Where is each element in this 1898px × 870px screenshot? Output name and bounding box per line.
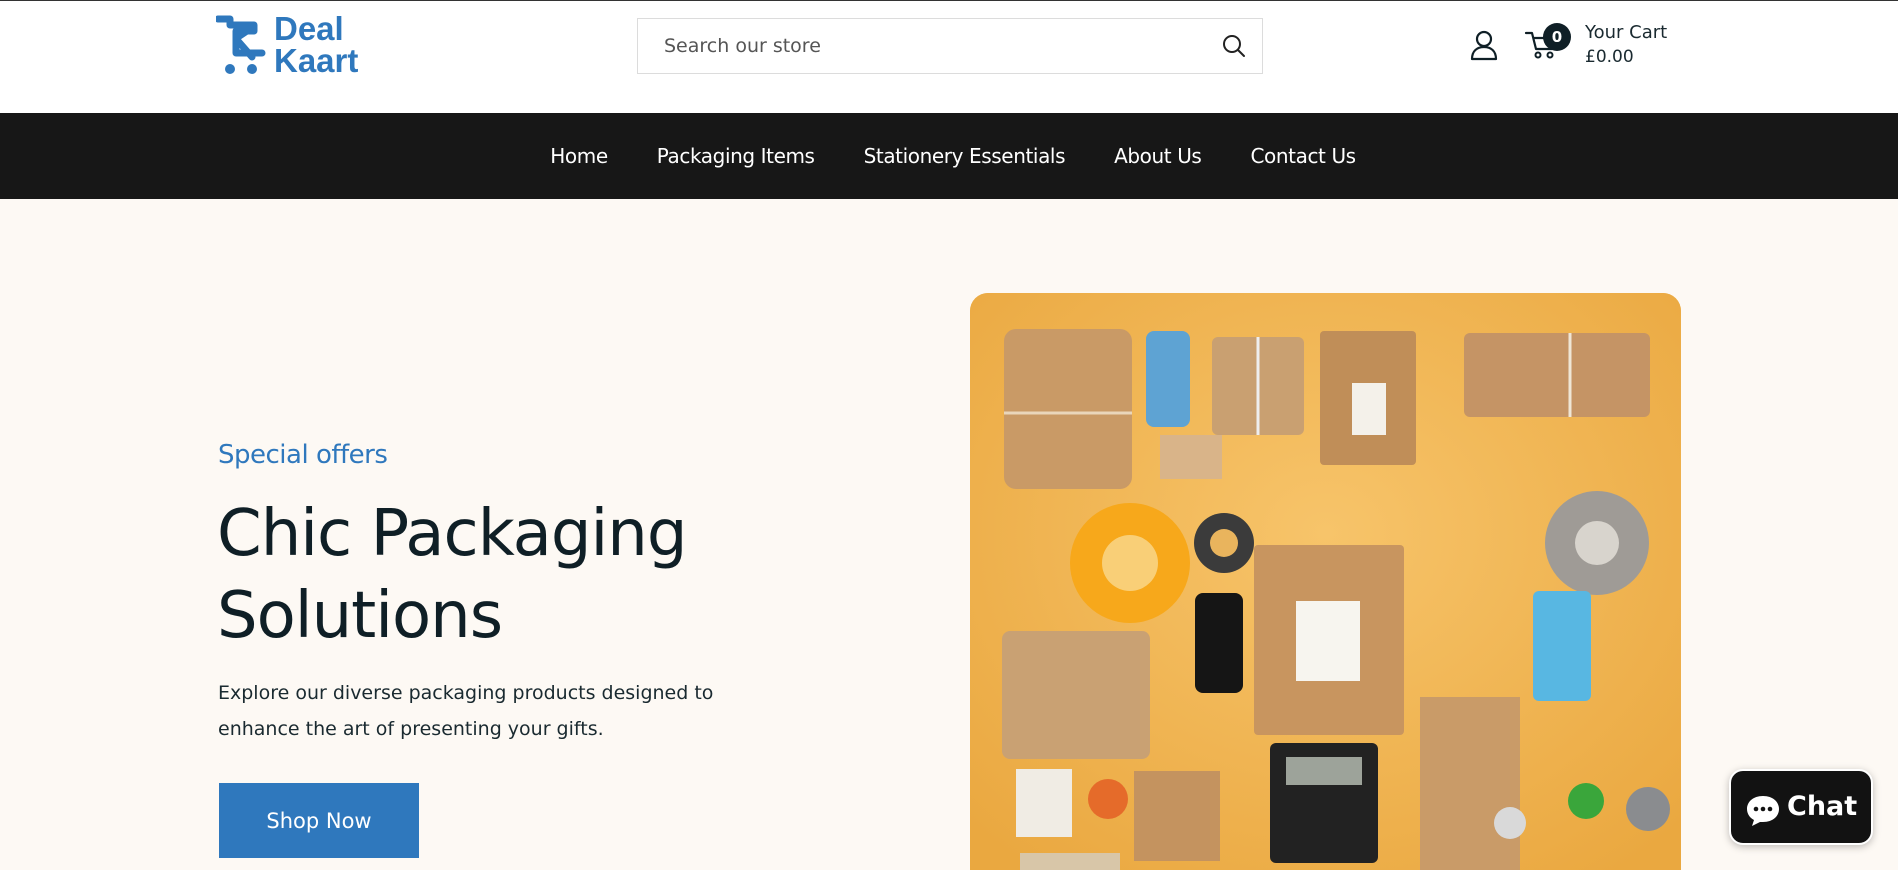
user-icon[interactable] bbox=[1468, 29, 1500, 61]
chat-bubble-icon bbox=[1747, 796, 1779, 826]
chat-button[interactable]: Chat bbox=[1729, 769, 1873, 845]
nav-item-home[interactable]: Home bbox=[526, 144, 632, 168]
search-input[interactable] bbox=[638, 19, 1198, 73]
chat-label: Chat bbox=[1787, 791, 1858, 822]
search-bar bbox=[637, 18, 1263, 74]
cart-logo-icon bbox=[216, 15, 266, 74]
cart-label[interactable]: Your Cart bbox=[1585, 21, 1667, 45]
search-icon[interactable] bbox=[1220, 32, 1248, 60]
logo-line-2: Kaart bbox=[274, 42, 359, 79]
logo[interactable]: Deal Kaart bbox=[216, 10, 376, 79]
site-header: Deal Kaart 0 Your Cart £0.00 bbox=[0, 1, 1898, 113]
nav-item-contact-us[interactable]: Contact Us bbox=[1226, 144, 1380, 168]
cart-count-badge: 0 bbox=[1543, 23, 1571, 51]
logo-line-1: Deal bbox=[274, 10, 344, 47]
shop-now-button[interactable]: Shop Now bbox=[219, 783, 419, 858]
hero-headline: Chic Packaging Solutions bbox=[217, 497, 687, 653]
packaging-flatlay-image bbox=[970, 293, 1681, 870]
hero-kicker: Special offers bbox=[218, 440, 388, 470]
main-nav: Home Packaging Items Stationery Essentia… bbox=[0, 113, 1898, 199]
nav-item-stationery-essentials[interactable]: Stationery Essentials bbox=[839, 144, 1090, 168]
cart-total: £0.00 bbox=[1585, 47, 1634, 67]
nav-item-about-us[interactable]: About Us bbox=[1090, 144, 1226, 168]
logo-text: Deal Kaart bbox=[274, 10, 359, 79]
nav-item-packaging-items[interactable]: Packaging Items bbox=[632, 144, 839, 168]
nav-list: Home Packaging Items Stationery Essentia… bbox=[0, 113, 1898, 199]
hero-description: Explore our diverse packaging products d… bbox=[218, 682, 714, 740]
